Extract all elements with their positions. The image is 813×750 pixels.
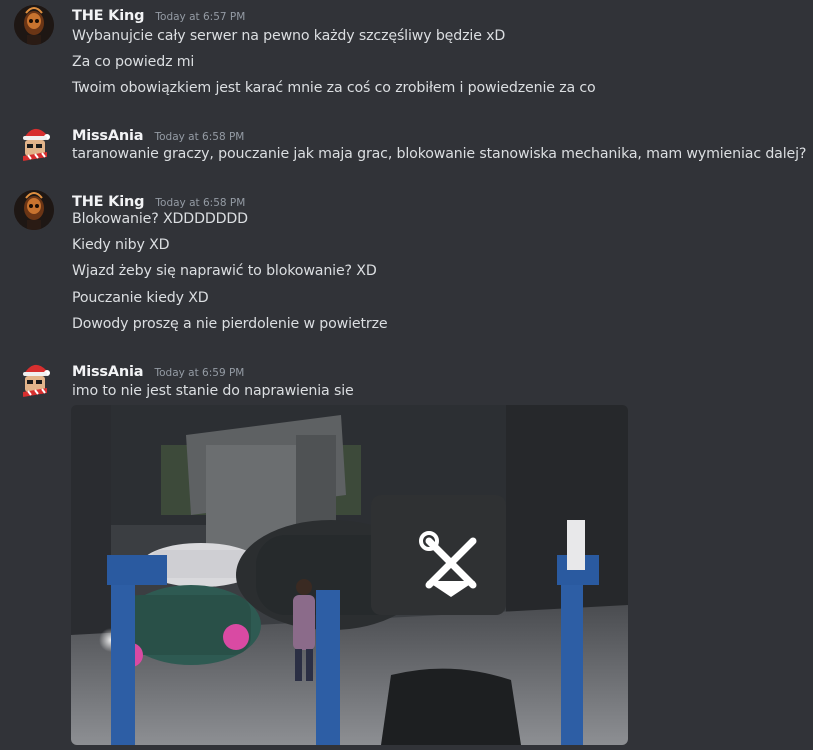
image-attachment[interactable] bbox=[71, 405, 628, 745]
avatar[interactable] bbox=[14, 190, 54, 230]
message-text: Pouczanie kiedy XD bbox=[72, 290, 209, 306]
message-text: Za co powiedz mi bbox=[72, 54, 195, 70]
message-text: Twoim obowiązkiem jest karać mnie za coś… bbox=[72, 80, 596, 96]
username[interactable]: THE King bbox=[72, 8, 144, 24]
garage-scene bbox=[71, 405, 628, 745]
avatar[interactable] bbox=[14, 5, 54, 45]
avatar[interactable] bbox=[14, 124, 54, 164]
timestamp: Today at 6:57 PM bbox=[155, 11, 246, 23]
timestamp: Today at 6:58 PM bbox=[154, 131, 245, 143]
username[interactable]: THE King bbox=[72, 194, 144, 210]
message-text: Wjazd żeby się naprawić to blokowanie? X… bbox=[72, 263, 377, 279]
message-group: MissAnia Today at 6:58 PM taranowanie gr… bbox=[0, 124, 813, 174]
message-text: taranowanie graczy, pouczanie jak maja g… bbox=[72, 146, 807, 162]
message-group: THE King Today at 6:58 PM Blokowanie? XD… bbox=[0, 190, 813, 340]
message-text: imo to nie jest stanie do naprawienia si… bbox=[72, 383, 354, 399]
message-text: Blokowanie? XDDDDDDD bbox=[72, 211, 248, 227]
message-text: Wybanujcie cały serwer na pewno każdy sz… bbox=[72, 28, 506, 44]
username[interactable]: MissAnia bbox=[72, 128, 144, 144]
timestamp: Today at 6:58 PM bbox=[155, 197, 246, 209]
message-text: Dowody proszę a nie pierdolenie w powiet… bbox=[72, 316, 388, 332]
message-text: Kiedy niby XD bbox=[72, 237, 170, 253]
avatar[interactable] bbox=[14, 360, 54, 400]
message-group: THE King Today at 6:57 PM Wybanujcie cał… bbox=[0, 0, 813, 110]
timestamp: Today at 6:59 PM bbox=[154, 367, 245, 379]
username[interactable]: MissAnia bbox=[72, 364, 144, 380]
